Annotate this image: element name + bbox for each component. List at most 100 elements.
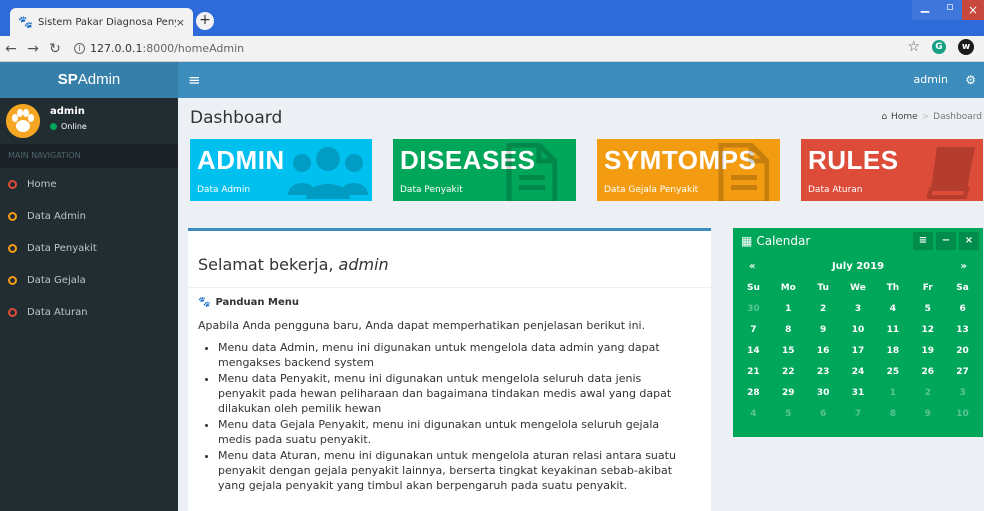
calendar-day[interactable]: 3 xyxy=(841,299,876,320)
browser-tab[interactable]: 🐾 Sistem Pakar Diagnosa Penyakit × xyxy=(10,8,193,36)
calendar-day[interactable]: 9 xyxy=(910,404,945,425)
calendar-day[interactable]: 11 xyxy=(875,320,910,341)
calendar-day[interactable]: 17 xyxy=(841,341,876,362)
calendar-next-button[interactable]: » xyxy=(961,261,967,272)
calendar-day[interactable]: 8 xyxy=(771,320,806,341)
calendar-day[interactable]: 23 xyxy=(806,362,841,383)
divider xyxy=(188,287,711,288)
calendar-icon: ▦ xyxy=(741,234,753,248)
calendar-day[interactable]: 9 xyxy=(806,320,841,341)
calendar-menu-button[interactable]: ≡ xyxy=(913,232,933,250)
calendar-close-button[interactable]: × xyxy=(959,232,979,250)
window-close-button[interactable]: × xyxy=(962,0,984,20)
calendar-day[interactable]: 29 xyxy=(771,383,806,404)
calendar-collapse-button[interactable]: − xyxy=(936,232,956,250)
calendar-day[interactable]: 3 xyxy=(945,383,980,404)
rules-box[interactable]: RULES Data Aturan xyxy=(801,139,983,201)
tab-close-icon[interactable]: × xyxy=(176,16,185,29)
calendar-day[interactable]: 4 xyxy=(736,404,771,425)
calendar-day[interactable]: 10 xyxy=(945,404,980,425)
calendar-title: Calendar xyxy=(756,234,811,248)
box-subtitle: Data Penyakit xyxy=(400,185,463,195)
header-user-menu[interactable]: admin xyxy=(914,62,948,98)
online-dot-icon xyxy=(50,123,57,130)
calendar-day[interactable]: 2 xyxy=(910,383,945,404)
calendar-day[interactable]: 19 xyxy=(910,341,945,362)
calendar-day[interactable]: 28 xyxy=(736,383,771,404)
sidebar-item-data-gejala[interactable]: Data Gejala xyxy=(0,264,178,296)
box-title: RULES xyxy=(808,145,899,175)
window-maximize-button[interactable]: ▫ xyxy=(938,0,962,20)
calendar-day[interactable]: 1 xyxy=(771,299,806,320)
nav-header: MAIN NAVIGATION xyxy=(0,144,178,168)
calendar-day[interactable]: 6 xyxy=(945,299,980,320)
users-icon xyxy=(288,147,368,199)
list-item: Menu data Admin, menu ini digunakan untu… xyxy=(218,340,678,370)
paw-icon: 🐾 xyxy=(198,297,211,308)
calendar-day[interactable]: 27 xyxy=(945,362,980,383)
calendar-day[interactable]: 16 xyxy=(806,341,841,362)
calendar-day[interactable]: 1 xyxy=(875,383,910,404)
calendar-month-label[interactable]: July 2019 xyxy=(832,261,884,272)
calendar-weekday: Sa xyxy=(956,283,969,293)
calendar-day[interactable]: 20 xyxy=(945,341,980,362)
calendar-weekday: Mo xyxy=(780,283,796,293)
calendar-day[interactable]: 24 xyxy=(841,362,876,383)
calendar-day[interactable]: 5 xyxy=(771,404,806,425)
app-logo[interactable]: SPAdmin xyxy=(0,62,178,98)
diseases-box[interactable]: DISEASES Data Penyakit xyxy=(393,139,576,201)
calendar-day[interactable]: 13 xyxy=(945,320,980,341)
breadcrumb-home[interactable]: Home xyxy=(891,112,918,122)
reload-icon[interactable]: ↻ xyxy=(44,41,66,57)
calendar-day[interactable]: 7 xyxy=(841,404,876,425)
calendar-day[interactable]: 14 xyxy=(736,341,771,362)
sidebar-item-data-admin[interactable]: Data Admin xyxy=(0,200,178,232)
calendar-day[interactable]: 18 xyxy=(875,341,910,362)
calendar-weekday: Tu xyxy=(817,283,829,293)
calendar-day[interactable]: 6 xyxy=(806,404,841,425)
calendar-day[interactable]: 25 xyxy=(875,362,910,383)
calendar-prev-button[interactable]: « xyxy=(749,261,755,272)
calendar-day[interactable]: 7 xyxy=(736,320,771,341)
calendar-day[interactable]: 15 xyxy=(771,341,806,362)
circle-icon xyxy=(8,179,17,189)
calendar-day[interactable]: 5 xyxy=(910,299,945,320)
calendar-month-row: « July 2019 » xyxy=(733,254,983,278)
extension-g-icon[interactable]: G xyxy=(932,40,946,54)
sidebar-user-name: admin xyxy=(50,106,85,117)
new-tab-button[interactable]: + xyxy=(196,12,214,30)
calendar-day[interactable]: 4 xyxy=(875,299,910,320)
calendar-day[interactable]: 26 xyxy=(910,362,945,383)
admin-box[interactable]: ADMIN Data Admin xyxy=(190,139,372,201)
list-item: Menu data Aturan, menu ini digunakan unt… xyxy=(218,448,678,493)
avatar xyxy=(6,104,40,138)
calendar-day[interactable]: 8 xyxy=(875,404,910,425)
book-icon xyxy=(927,147,975,199)
address-bar: ← → ↻ i 127.0.0.1:8000/homeAdmin ☆ G w xyxy=(0,36,984,62)
calendar-day[interactable]: 22 xyxy=(771,362,806,383)
sidebar-item-data-penyakit[interactable]: Data Penyakit xyxy=(0,232,178,264)
url-field[interactable]: i 127.0.0.1:8000/homeAdmin xyxy=(74,42,244,55)
sidebar-item-data-aturan[interactable]: Data Aturan xyxy=(0,296,178,328)
welcome-heading: Selamat bekerja, admin xyxy=(198,255,389,274)
tab-title: Sistem Pakar Diagnosa Penyakit xyxy=(38,16,176,28)
back-icon[interactable]: ← xyxy=(0,41,22,57)
calendar-day[interactable]: 30 xyxy=(806,383,841,404)
calendar-day[interactable]: 12 xyxy=(910,320,945,341)
info-icon[interactable]: i xyxy=(74,43,85,54)
profile-avatar-icon[interactable]: w xyxy=(958,39,974,55)
calendar-grid: Su Mo Tu We Th Fr Sa 30 1 2 3 4 5 6 7 8 9 10 11 12 13 14 15 16 1… xyxy=(733,278,983,425)
calendar-day[interactable]: 30 xyxy=(736,299,771,320)
window-minimize-button[interactable]: ▁ xyxy=(912,0,938,20)
sidebar-item-home[interactable]: Home xyxy=(0,168,178,200)
sidebar-toggle-icon[interactable]: ≡ xyxy=(188,62,201,98)
calendar-day[interactable]: 31 xyxy=(841,383,876,404)
forward-icon[interactable]: → xyxy=(22,41,44,57)
calendar-day[interactable]: 10 xyxy=(841,320,876,341)
list-item: Menu data Penyakit, menu ini digunakan u… xyxy=(218,371,678,416)
bookmark-star-icon[interactable]: ☆ xyxy=(907,39,920,55)
calendar-day[interactable]: 2 xyxy=(806,299,841,320)
settings-gears-icon[interactable]: ⚙ xyxy=(965,62,976,98)
calendar-day[interactable]: 21 xyxy=(736,362,771,383)
symptoms-box[interactable]: SYMTOMPS Data Gejala Penyakit xyxy=(597,139,780,201)
